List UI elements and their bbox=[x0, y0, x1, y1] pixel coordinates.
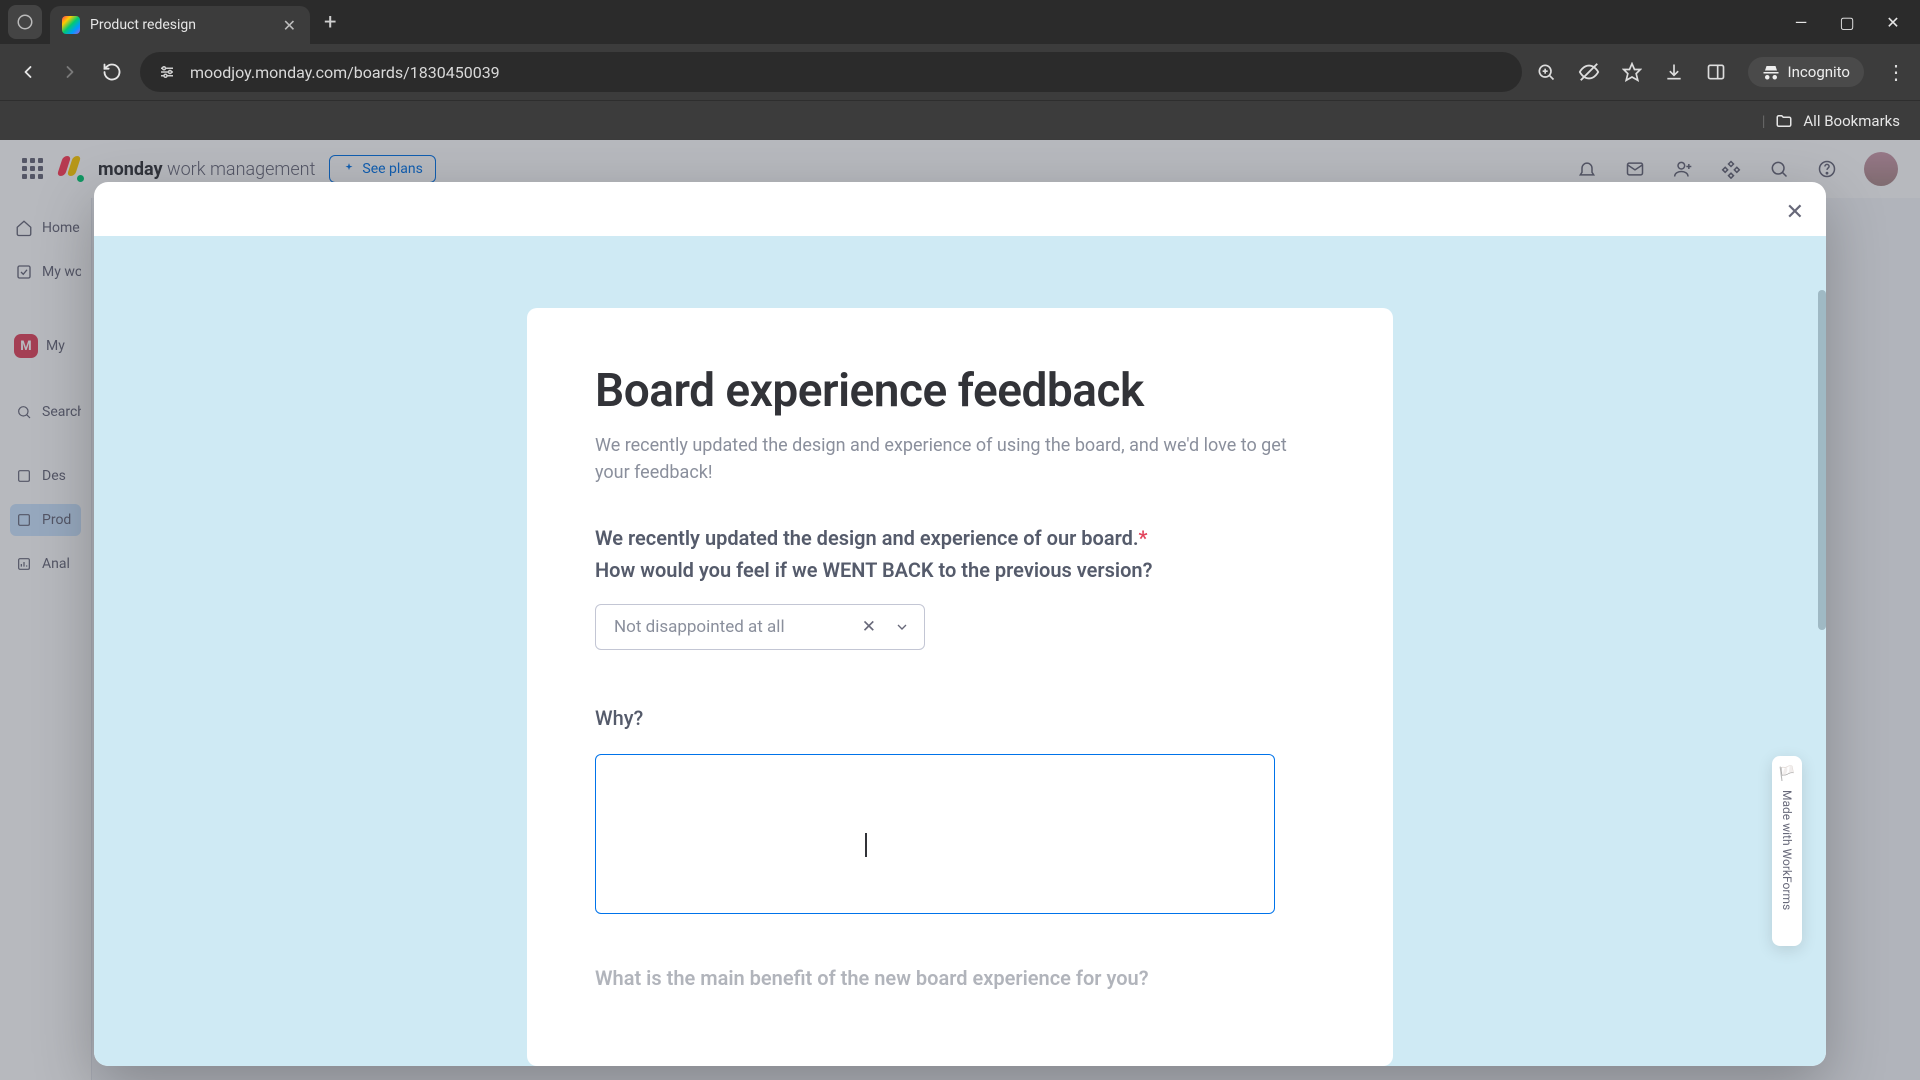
q3-label-peek: What is the main benefit of the new boar… bbox=[595, 966, 1325, 990]
tab-favicon bbox=[62, 16, 80, 34]
bookmarks-bar: | All Bookmarks bbox=[0, 100, 1920, 140]
sidepanel-icon[interactable] bbox=[1706, 62, 1726, 82]
q1-select[interactable]: Not disappointed at all ✕ bbox=[595, 604, 925, 650]
browser-menu-icon[interactable]: ⋮ bbox=[1886, 60, 1906, 84]
scrollbar[interactable] bbox=[1818, 290, 1826, 630]
toolbar-actions: Incognito ⋮ bbox=[1536, 57, 1906, 87]
q1-select-value: Not disappointed at all bbox=[614, 617, 844, 637]
divider: | bbox=[1762, 112, 1766, 130]
workforms-logo-icon: 🏳️ bbox=[1778, 766, 1795, 782]
modal-close-icon[interactable]: ✕ bbox=[1786, 200, 1804, 225]
browser-tabstrip: Product redesign ✕ + — ▢ ✕ bbox=[0, 0, 1920, 44]
modal-body: Board experience feedback We recently up… bbox=[94, 236, 1826, 1066]
zoom-icon[interactable] bbox=[1536, 62, 1556, 82]
form-subtitle: We recently updated the design and exper… bbox=[595, 432, 1325, 486]
q2-textarea[interactable] bbox=[595, 754, 1275, 914]
question-2: Why? bbox=[595, 706, 1325, 918]
bookmarks-folder-icon bbox=[1775, 112, 1793, 130]
incognito-icon bbox=[1762, 63, 1780, 81]
tab-title: Product redesign bbox=[90, 17, 273, 33]
incognito-badge[interactable]: Incognito bbox=[1748, 57, 1864, 87]
feedback-modal: ✕ Board experience feedback We recently … bbox=[94, 182, 1826, 1066]
window-maximize-icon[interactable]: ▢ bbox=[1838, 13, 1856, 32]
chevron-down-icon[interactable] bbox=[894, 619, 910, 635]
browser-toolbar: moodjoy.monday.com/boards/1830450039 Inc… bbox=[0, 44, 1920, 100]
all-bookmarks-link[interactable]: All Bookmarks bbox=[1803, 112, 1900, 130]
clear-icon[interactable]: ✕ bbox=[862, 617, 876, 637]
q1-label-line2: How would you feel if we WENT BACK to th… bbox=[595, 558, 1325, 582]
site-settings-icon[interactable] bbox=[158, 63, 176, 81]
tab-area: Product redesign ✕ + bbox=[8, 0, 336, 44]
nav-forward-icon[interactable] bbox=[56, 58, 84, 86]
window-minimize-icon[interactable]: — bbox=[1792, 13, 1810, 32]
q1-label-line1: We recently updated the design and exper… bbox=[595, 526, 1325, 550]
question-1: We recently updated the design and exper… bbox=[595, 526, 1325, 650]
new-tab-button[interactable]: + bbox=[324, 10, 336, 35]
workforms-badge-text: Made with WorkForms bbox=[1780, 790, 1794, 910]
url-text: moodjoy.monday.com/boards/1830450039 bbox=[190, 63, 500, 82]
text-cursor-icon bbox=[865, 833, 867, 857]
download-icon[interactable] bbox=[1664, 62, 1684, 82]
page: monday work management See plans Home My… bbox=[0, 140, 1920, 1080]
url-bar[interactable]: moodjoy.monday.com/boards/1830450039 bbox=[140, 52, 1522, 92]
window-controls: — ▢ ✕ bbox=[1792, 13, 1912, 32]
tab-close-icon[interactable]: ✕ bbox=[283, 16, 296, 35]
workforms-badge[interactable]: 🏳️ Made with WorkForms bbox=[1772, 756, 1802, 946]
nav-reload-icon[interactable] bbox=[98, 58, 126, 86]
form-title: Board experience feedback bbox=[595, 364, 1325, 418]
eye-off-icon[interactable] bbox=[1578, 61, 1600, 83]
window-close-icon[interactable]: ✕ bbox=[1884, 13, 1902, 32]
q2-label: Why? bbox=[595, 706, 1325, 730]
incognito-label: Incognito bbox=[1788, 63, 1850, 81]
nav-back-icon[interactable] bbox=[14, 58, 42, 86]
browser-tab[interactable]: Product redesign ✕ bbox=[50, 6, 310, 44]
feedback-form: Board experience feedback We recently up… bbox=[527, 308, 1393, 1066]
bookmark-star-icon[interactable] bbox=[1622, 62, 1642, 82]
browser-app-icon bbox=[8, 5, 42, 39]
